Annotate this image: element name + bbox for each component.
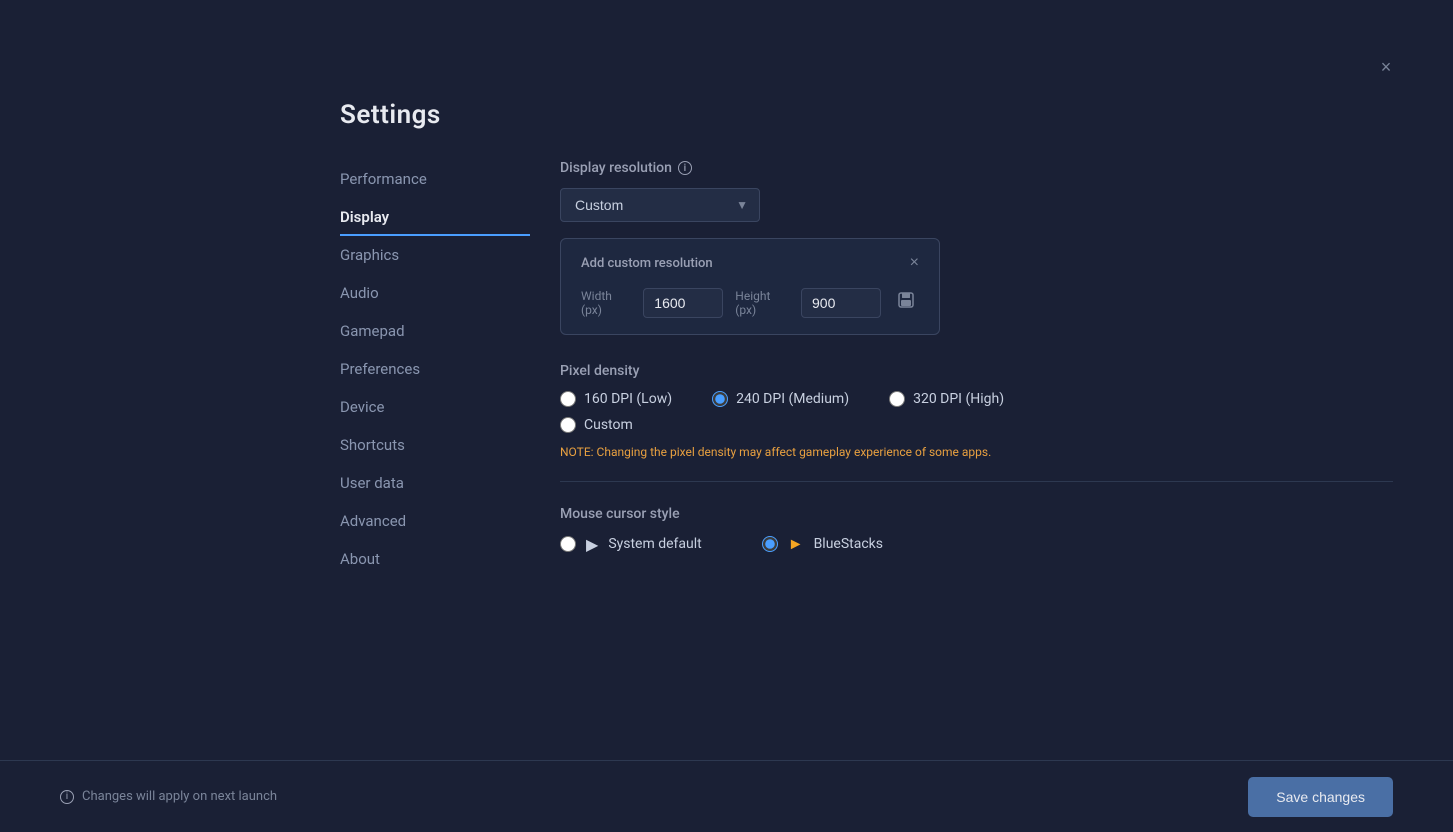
dpi-custom-radio[interactable] xyxy=(560,417,576,433)
sidebar-item-advanced[interactable]: Advanced xyxy=(340,502,530,540)
system-cursor-icon: ▶ xyxy=(586,535,598,554)
height-label: Height (px) xyxy=(735,289,783,317)
save-changes-button[interactable]: Save changes xyxy=(1248,777,1393,817)
sidebar-item-about[interactable]: About xyxy=(340,540,530,578)
custom-res-header: Add custom resolution × xyxy=(581,255,919,271)
resolution-dropdown-wrapper: Custom 1280x720 1920x1080 2560x1440 ▼ xyxy=(560,188,760,222)
bluestacks-cursor-icon: ► xyxy=(788,534,804,554)
dpi-160-label: 160 DPI (Low) xyxy=(584,391,672,407)
dpi-options: 160 DPI (Low) 240 DPI (Medium) 320 DPI (… xyxy=(560,391,1393,407)
sidebar-item-preferences[interactable]: Preferences xyxy=(340,350,530,388)
save-resolution-button[interactable] xyxy=(893,287,919,318)
footer-info-icon: i xyxy=(60,790,74,804)
sidebar-item-user-data[interactable]: User data xyxy=(340,464,530,502)
dpi-custom-row: Custom xyxy=(560,417,1393,433)
sidebar-item-device[interactable]: Device xyxy=(340,388,530,426)
footer-note-text: Changes will apply on next launch xyxy=(82,789,277,804)
sidebar-item-graphics[interactable]: Graphics xyxy=(340,236,530,274)
height-input[interactable] xyxy=(801,288,881,318)
mouse-cursor-section: Mouse cursor style ▶ System default ► Bl… xyxy=(560,506,1393,554)
dpi-custom-label: Custom xyxy=(584,417,633,433)
sidebar: Performance Display Graphics Audio Gamep… xyxy=(340,100,530,832)
display-resolution-section-header: Display resolution i xyxy=(560,160,1393,176)
dpi-240-radio[interactable] xyxy=(712,391,728,407)
pixel-density-note: NOTE: Changing the pixel density may aff… xyxy=(560,443,1393,461)
save-icon xyxy=(897,291,915,309)
pixel-density-section: Pixel density 160 DPI (Low) 240 DPI (Med… xyxy=(560,363,1393,461)
close-icon: × xyxy=(1381,57,1392,78)
cursor-system-option[interactable]: ▶ System default xyxy=(560,535,702,554)
custom-res-close-button[interactable]: × xyxy=(910,255,919,271)
cursor-system-label: System default xyxy=(608,536,701,552)
sidebar-item-gamepad[interactable]: Gamepad xyxy=(340,312,530,350)
sidebar-item-audio[interactable]: Audio xyxy=(340,274,530,312)
dpi-custom-option[interactable]: Custom xyxy=(560,417,633,433)
custom-res-title: Add custom resolution xyxy=(581,256,713,271)
close-button[interactable]: × xyxy=(1374,55,1398,79)
sidebar-item-display[interactable]: Display xyxy=(340,198,530,236)
display-resolution-title: Display resolution xyxy=(560,160,672,176)
cursor-bluestacks-radio[interactable] xyxy=(762,536,778,552)
dpi-240-option[interactable]: 240 DPI (Medium) xyxy=(712,391,849,407)
dpi-320-radio[interactable] xyxy=(889,391,905,407)
sidebar-item-performance[interactable]: Performance xyxy=(340,160,530,198)
cursor-system-radio[interactable] xyxy=(560,536,576,552)
width-input[interactable] xyxy=(643,288,723,318)
footer-note: i Changes will apply on next launch xyxy=(60,789,277,804)
cursor-options: ▶ System default ► BlueStacks xyxy=(560,534,1393,554)
display-resolution-info-icon[interactable]: i xyxy=(678,161,692,175)
footer-bar: i Changes will apply on next launch Save… xyxy=(0,760,1453,832)
dpi-320-label: 320 DPI (High) xyxy=(913,391,1004,407)
page-title: Settings xyxy=(340,100,441,130)
dpi-320-option[interactable]: 320 DPI (High) xyxy=(889,391,1004,407)
custom-resolution-box: Add custom resolution × Width (px) Heigh… xyxy=(560,238,940,335)
resolution-dropdown[interactable]: Custom 1280x720 1920x1080 2560x1440 xyxy=(560,188,760,222)
pixel-density-title: Pixel density xyxy=(560,363,1393,379)
main-content: Display resolution i Custom 1280x720 192… xyxy=(530,100,1453,832)
cursor-bluestacks-label: BlueStacks xyxy=(814,536,883,552)
dpi-240-label: 240 DPI (Medium) xyxy=(736,391,849,407)
divider xyxy=(560,481,1393,482)
sidebar-item-shortcuts[interactable]: Shortcuts xyxy=(340,426,530,464)
cursor-bluestacks-option[interactable]: ► BlueStacks xyxy=(762,534,883,554)
mouse-cursor-title: Mouse cursor style xyxy=(560,506,1393,522)
dpi-160-option[interactable]: 160 DPI (Low) xyxy=(560,391,672,407)
dpi-160-radio[interactable] xyxy=(560,391,576,407)
resolution-inputs: Width (px) Height (px) xyxy=(581,287,919,318)
width-label: Width (px) xyxy=(581,289,625,317)
